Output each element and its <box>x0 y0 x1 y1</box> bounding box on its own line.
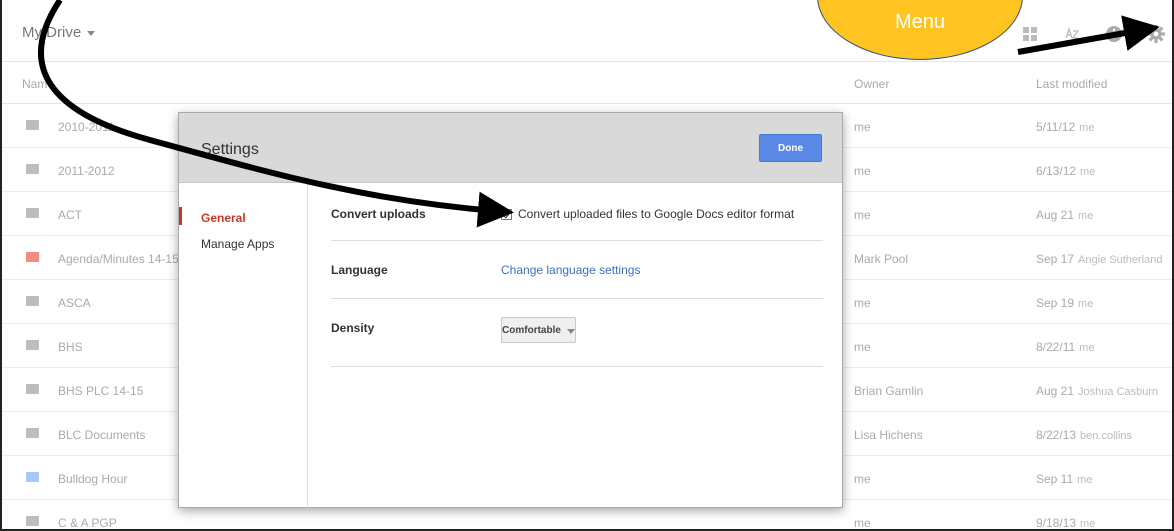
gear-icon[interactable] <box>1146 24 1166 44</box>
settings-dialog: Settings Done General Manage Apps Conver… <box>178 112 843 508</box>
modified-by: Angie Sutherland <box>1078 254 1163 266</box>
modified-by: me <box>1080 518 1096 530</box>
modified-date: Sep 19 <box>1036 296 1075 310</box>
folder-icon <box>26 340 39 350</box>
file-modified: Aug 21 me <box>1036 208 1093 222</box>
folder-icon <box>26 428 39 438</box>
file-modified: 9/18/13 me <box>1036 516 1096 530</box>
modified-by: me <box>1078 210 1094 222</box>
density-select-wrap: Comfortable <box>501 317 576 343</box>
file-modified: 8/22/11 me <box>1036 340 1094 354</box>
modified-by: me <box>1079 122 1095 134</box>
folder-icon <box>26 516 39 526</box>
modified-date: Aug 21 <box>1036 384 1075 398</box>
modified-date: 9/18/13 <box>1036 516 1077 530</box>
convert-uploads-text: Convert uploaded files to Google Docs ed… <box>518 207 795 221</box>
file-modified: Aug 21 Joshua Casburn <box>1036 384 1158 398</box>
language-label: Language <box>331 263 388 277</box>
chevron-down-icon <box>566 328 575 334</box>
sort-az-icon[interactable] <box>1062 24 1082 44</box>
chevron-down-icon <box>87 31 96 36</box>
folder-icon <box>26 384 39 394</box>
info-icon[interactable] <box>1104 24 1124 44</box>
modified-by: me <box>1079 342 1095 354</box>
nav-active-indicator <box>179 207 182 225</box>
file-modified: Sep 11 me <box>1036 472 1092 486</box>
modified-by: Joshua Casburn <box>1078 386 1159 398</box>
column-name[interactable]: Name <box>22 77 54 91</box>
convert-uploads-option[interactable]: Convert uploaded files to Google Docs ed… <box>501 207 794 221</box>
column-last-modified[interactable]: Last modified <box>1036 77 1107 91</box>
file-name: BHS <box>58 340 83 354</box>
file-owner: me <box>854 120 871 134</box>
settings-content: Convert uploads Convert uploaded files t… <box>309 183 844 508</box>
file-modified: 8/22/13 ben.collins <box>1036 428 1132 442</box>
modified-by: me <box>1077 474 1093 486</box>
dialog-header: Settings Done <box>179 113 842 183</box>
file-name: ASCA <box>58 296 91 310</box>
folder-icon <box>26 296 39 306</box>
page-title: My Drive <box>22 24 82 41</box>
folder-icon <box>26 252 39 262</box>
file-modified: Sep 17 Angie Sutherland <box>1036 252 1162 266</box>
file-modified: 6/13/12 me <box>1036 164 1095 178</box>
file-name: 2010-2011 <box>58 120 115 134</box>
file-owner: me <box>854 472 871 486</box>
file-name: BHS PLC 14-15 <box>58 384 144 398</box>
file-name: Agenda/Minutes 14-15 <box>58 252 179 266</box>
file-owner: Mark Pool <box>854 252 909 266</box>
folder-icon <box>26 164 39 174</box>
modified-by: me <box>1078 298 1094 310</box>
convert-uploads-label: Convert uploads <box>331 207 426 221</box>
column-header: Name Owner Last modified <box>2 62 1172 104</box>
callout-label: Menu <box>894 11 946 33</box>
nav-item-manage-apps[interactable]: Manage Apps <box>201 237 274 251</box>
language-section: Language Change language settings <box>331 241 823 299</box>
file-name: Bulldog Hour <box>58 472 128 486</box>
file-owner: me <box>854 516 871 530</box>
folder-icon <box>26 120 39 130</box>
change-language-link[interactable]: Change language settings <box>501 263 640 277</box>
modified-by: ben.collins <box>1080 430 1133 442</box>
folder-icon <box>26 472 39 482</box>
file-name: ACT <box>58 208 82 222</box>
file-owner: me <box>854 340 871 354</box>
toolbar-icons <box>1020 24 1166 44</box>
my-drive-dropdown[interactable]: My Drive <box>22 24 96 41</box>
column-owner[interactable]: Owner <box>854 77 889 91</box>
file-modified: Sep 19 me <box>1036 296 1093 310</box>
modified-date: 8/22/13 <box>1036 428 1077 442</box>
done-button[interactable]: Done <box>759 134 822 162</box>
density-section: Density Comfortable <box>331 299 823 367</box>
density-value: Comfortable <box>502 324 561 336</box>
file-modified: 5/11/12 me <box>1036 120 1094 134</box>
dialog-title: Settings <box>201 141 259 158</box>
file-owner: me <box>854 296 871 310</box>
modified-date: Sep 17 <box>1036 252 1075 266</box>
file-owner: me <box>854 164 871 178</box>
grid-view-icon[interactable] <box>1020 24 1040 44</box>
density-label: Density <box>331 321 375 335</box>
file-name: 2011-2012 <box>58 164 115 178</box>
convert-uploads-checkbox[interactable] <box>501 208 512 220</box>
modified-date: 6/13/12 <box>1036 164 1077 178</box>
nav-item-general[interactable]: General <box>201 211 246 225</box>
modified-date: Sep 11 <box>1036 472 1074 486</box>
convert-uploads-section: Convert uploads Convert uploaded files t… <box>331 183 823 241</box>
file-owner: Brian Gamlin <box>854 384 924 398</box>
settings-nav: General Manage Apps <box>179 183 308 508</box>
file-owner: me <box>854 208 871 222</box>
modified-date: 8/22/11 <box>1036 340 1076 354</box>
modified-date: 5/11/12 <box>1036 120 1076 134</box>
modified-date: Aug 21 <box>1036 208 1075 222</box>
file-name: BLC Documents <box>58 428 146 442</box>
file-owner: Lisa Hichens <box>854 428 923 442</box>
file-name: C & A PGP <box>58 516 117 530</box>
folder-icon <box>26 208 39 218</box>
density-select[interactable]: Comfortable <box>501 317 576 343</box>
modified-by: me <box>1080 166 1096 178</box>
